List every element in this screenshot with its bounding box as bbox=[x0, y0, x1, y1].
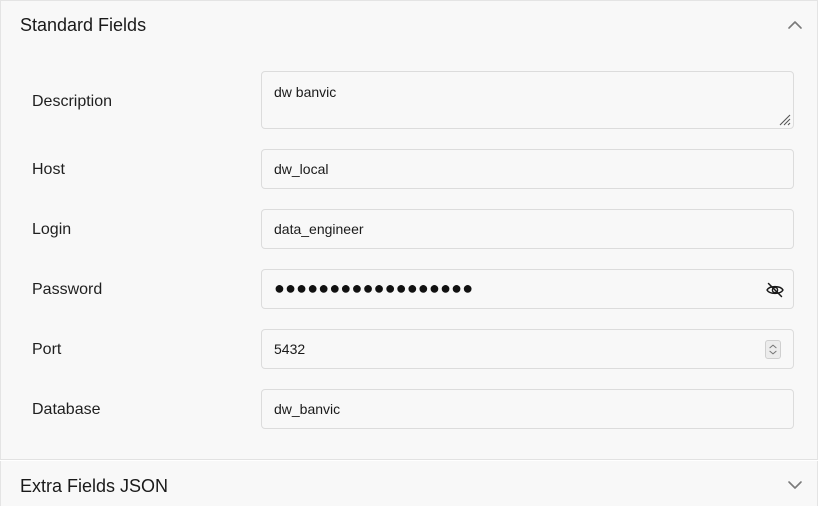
port-label: Port bbox=[32, 341, 62, 358]
extra-fields-json-header[interactable]: Extra Fields JSON bbox=[0, 461, 818, 506]
extra-fields-json-title: Extra Fields JSON bbox=[20, 476, 169, 496]
database-value: dw_banvic bbox=[274, 401, 341, 417]
resize-grip-icon[interactable] bbox=[777, 112, 791, 126]
password-value: ●●●●●●●●●●●●●●●●●● bbox=[274, 278, 474, 298]
port-value: 5432 bbox=[274, 341, 306, 357]
host-value: dw_local bbox=[274, 161, 329, 177]
description-value: dw banvic bbox=[274, 84, 337, 100]
port-input[interactable]: 5432 bbox=[261, 329, 794, 369]
host-label: Host bbox=[32, 161, 65, 178]
password-label: Password bbox=[32, 281, 103, 298]
description-textarea[interactable]: dw banvic bbox=[261, 71, 794, 129]
login-input[interactable]: data_engineer bbox=[261, 209, 794, 249]
standard-fields-title: Standard Fields bbox=[20, 15, 147, 35]
spin-stepper-icon[interactable] bbox=[765, 340, 781, 359]
database-label: Database bbox=[32, 401, 101, 418]
chevron-down-icon[interactable] bbox=[785, 475, 805, 495]
host-input[interactable]: dw_local bbox=[261, 149, 794, 189]
login-label: Login bbox=[32, 221, 72, 238]
standard-fields-panel: Standard Fields Description dw banvic Ho… bbox=[0, 0, 818, 460]
password-input[interactable]: ●●●●●●●●●●●●●●●●●● bbox=[261, 269, 794, 309]
chevron-up-icon[interactable] bbox=[785, 15, 805, 35]
standard-fields-header[interactable]: Standard Fields bbox=[1, 1, 819, 51]
database-input[interactable]: dw_banvic bbox=[261, 389, 794, 429]
login-value: data_engineer bbox=[274, 221, 364, 237]
eye-off-icon[interactable] bbox=[765, 280, 785, 300]
description-label: Description bbox=[32, 93, 113, 110]
